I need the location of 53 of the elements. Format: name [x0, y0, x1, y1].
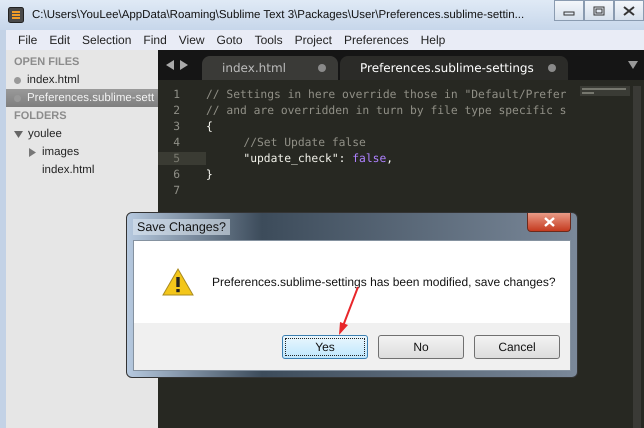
menu-item[interactable]: Help — [414, 33, 452, 47]
app-icon — [8, 7, 24, 23]
section-heading: OPEN FILES — [13, 55, 80, 70]
menu-item[interactable]: File — [12, 33, 44, 47]
file-dot-icon — [14, 76, 21, 84]
dropdown-icon — [628, 61, 638, 69]
tree-item[interactable]: images — [6, 143, 158, 161]
menu-item[interactable]: Goto — [210, 33, 249, 47]
maximize-icon — [593, 6, 605, 16]
menu-item[interactable]: Selection — [76, 33, 138, 47]
modified-dot-icon — [318, 64, 326, 72]
menu-item[interactable]: Project — [288, 33, 338, 47]
code-line: } — [206, 168, 213, 180]
window-title: C:\Users\YouLee\AppData\Roaming\Sublime Text 3\Packages\User\Preferences.sublime-settin... — [32, 9, 526, 21]
line-number: 6 — [172, 168, 181, 180]
previous-arrow-icon — [166, 60, 174, 70]
dialog-message: Preferences.sublime-settings has been modified, save changes? — [212, 275, 556, 289]
code-line: { — [206, 120, 213, 132]
close-button[interactable] — [527, 213, 571, 232]
close-button[interactable] — [614, 0, 644, 21]
dialog-title: Save Changes? — [133, 218, 230, 234]
next-arrow-icon — [180, 60, 188, 70]
close-icon — [623, 6, 635, 16]
code-line: // Settings in here override those in "Default/Prefer — [206, 88, 566, 100]
line-number: 5 — [158, 152, 206, 164]
warning-icon — [162, 268, 194, 296]
maximize-button[interactable] — [584, 0, 614, 21]
line-number: 7 — [172, 184, 181, 196]
code-line: // and are overridden in turn by file type specific s — [206, 104, 566, 116]
menu-item[interactable]: Edit — [43, 33, 76, 47]
minimap-drawing — [580, 86, 630, 96]
section-heading: FOLDERS — [13, 109, 68, 124]
dialog-button[interactable]: Cancel — [474, 334, 560, 358]
line-number: 3 — [172, 120, 181, 132]
close-icon — [544, 217, 554, 227]
tree-item[interactable]: index.html — [6, 161, 158, 179]
line-number: 4 — [172, 136, 181, 148]
menu-item[interactable]: Find — [137, 33, 173, 47]
menu-item[interactable]: Tools — [248, 33, 289, 47]
code-line: //Set Update false — [242, 136, 366, 148]
editor-tab[interactable]: Preferences.sublime-settings — [340, 56, 568, 80]
minimize-button[interactable] — [554, 0, 584, 21]
editor-tab[interactable]: index.html — [202, 56, 338, 80]
line-number: 1 — [172, 88, 181, 100]
open-file-item[interactable]: index.html — [6, 71, 158, 89]
dialog-button[interactable]: No — [378, 334, 464, 358]
menu-item[interactable]: View — [172, 33, 211, 47]
dialog-button[interactable]: Yes — [282, 334, 368, 358]
modified-dot-icon — [548, 64, 556, 72]
line-number: 2 — [172, 104, 181, 116]
menu-item[interactable]: Preferences — [338, 33, 415, 47]
code-line: "update_check": false, — [242, 152, 394, 164]
tree-item[interactable]: youlee — [6, 125, 158, 143]
